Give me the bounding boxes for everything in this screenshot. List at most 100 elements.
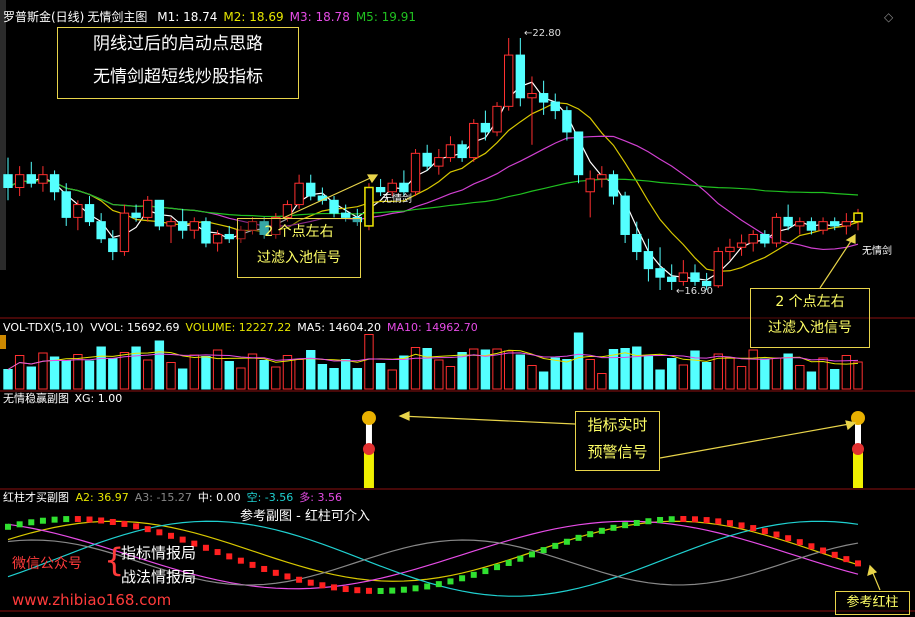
sub-bar (284, 573, 291, 580)
volume-bar (306, 350, 316, 390)
sub-bar (272, 569, 279, 576)
volume-panel-name[interactable]: VOL-TDX(5,10) (3, 321, 84, 334)
sub-bar (447, 578, 454, 585)
brand-2: 战法情报局 (121, 568, 197, 586)
volume-bar (667, 358, 677, 390)
volume-bar (340, 359, 351, 390)
chart-name[interactable]: 无情剑主图 (87, 10, 147, 24)
volume-bar (3, 369, 13, 390)
volume-bar (271, 366, 281, 390)
volume-bar (527, 365, 537, 390)
sub-bar (750, 525, 757, 532)
candle (201, 217, 211, 248)
sub-bar (296, 576, 303, 583)
signal-callout-line-2: 预警信号 (587, 443, 648, 461)
sub-bar (331, 584, 338, 591)
sub-bar (622, 522, 629, 529)
callout-right-line-1: 2 个点左右 (775, 294, 845, 310)
volume-bar (748, 349, 758, 390)
vol-value-1: VOLUME: 12227.22 (185, 321, 292, 334)
sub-bar (517, 555, 524, 562)
vol-value-2: MA5: 14604.20 (297, 321, 381, 334)
title-box: 阴线过后的启动点思路 无情剑超短线炒股指标 (57, 27, 299, 99)
sub-bar (389, 587, 396, 594)
signal-panel-header: 无情稳赢副图 XG: 1.00 (3, 392, 128, 406)
volume-bar (655, 369, 665, 390)
high-price-label: ←22.80 (524, 28, 562, 39)
volume-bar (96, 346, 106, 390)
settings-icon[interactable]: ◇ (884, 10, 893, 24)
volume-bar (364, 334, 374, 390)
signal-callout-line-1: 指标实时 (587, 416, 648, 434)
sub-bar (412, 585, 419, 592)
sub-bar (63, 516, 70, 523)
sub-bar (424, 583, 431, 590)
volume-bar (690, 350, 700, 390)
sub-bar (133, 523, 140, 530)
volume-bar (562, 359, 572, 390)
title-line-2: 无情剑超短线炒股指标 (93, 67, 263, 87)
sub-bar (855, 560, 861, 567)
ma-value-0: M1: 18.74 (157, 10, 218, 24)
volume-bar (573, 332, 584, 390)
sub-bar (435, 581, 442, 588)
volume-bar (294, 359, 304, 390)
sub-bar (400, 586, 407, 593)
sub-bar (319, 582, 326, 589)
candle (469, 119, 479, 162)
volume-bar (236, 367, 246, 390)
low-price-label: ←16.90 (676, 286, 714, 297)
volume-bar (38, 352, 48, 390)
volume-bar (84, 360, 95, 390)
sub-value-4: 多: 3.56 (299, 491, 342, 504)
sub-bar (179, 536, 186, 543)
volume-bar (818, 357, 828, 390)
volume-bar (830, 369, 840, 390)
volume-bar (189, 354, 199, 390)
sub-bar (5, 523, 11, 530)
volume-bar (806, 371, 817, 390)
brand-1: 指标情报局 (121, 544, 197, 562)
volume-bar (166, 362, 176, 390)
sub-bar (168, 532, 175, 539)
signal-panel-name[interactable]: 无情稳赢副图 (3, 392, 69, 405)
vol-value-0: VVOL: 15692.69 (90, 321, 180, 334)
ref-red-bar-callout: 参考红柱 (835, 591, 910, 615)
volume-bar (701, 362, 712, 390)
signal-callout: 指标实时 预警信号 (575, 411, 660, 471)
sub-bar (226, 553, 233, 560)
sub-bar (831, 551, 838, 558)
main-panel-header: 罗普斯金(日线) 无情剑主图 M1: 18.74 M2: 18.69 M3: 18.7… (3, 10, 428, 24)
volume-bar (49, 356, 60, 390)
volume-bar (259, 360, 269, 390)
signal-tag-2: 无情剑 (862, 246, 892, 257)
volume-bar (632, 346, 642, 390)
sub-bar (121, 520, 128, 527)
sub-bar (657, 516, 664, 523)
signal-lantern (361, 411, 376, 425)
sub-bar (738, 522, 745, 529)
sub-bar (74, 516, 81, 523)
volume-bar (329, 368, 339, 390)
volume-bar (434, 359, 444, 390)
sub-bar (773, 531, 780, 538)
volume-bar (783, 353, 793, 390)
website-url[interactable]: www.zhibiao168.com (12, 591, 171, 609)
stock-name[interactable]: 罗普斯金(日线) (3, 10, 84, 24)
volume-bar (725, 357, 735, 390)
volume-bar (457, 352, 467, 390)
sub-bar (261, 565, 268, 572)
wechat-label: 微信公众号 (12, 556, 82, 572)
sub-panel-header: 红柱才买副图 A2: 36.97 A3: -15.27 中: 0.00 空: -3.5… (3, 491, 354, 505)
volume-bar (422, 348, 432, 390)
volume-bar (445, 366, 456, 390)
callout-left-line-1: 2 个点左右 (264, 224, 334, 240)
volume-bar (399, 355, 409, 390)
sub-bar (540, 547, 547, 554)
sub-bar (703, 517, 710, 524)
sub-bar (237, 557, 244, 564)
volume-bar (212, 349, 223, 390)
sub-bar (645, 518, 652, 525)
sub-panel-name[interactable]: 红柱才买副图 (3, 491, 69, 504)
ma-value-2: M3: 18.78 (289, 10, 350, 24)
